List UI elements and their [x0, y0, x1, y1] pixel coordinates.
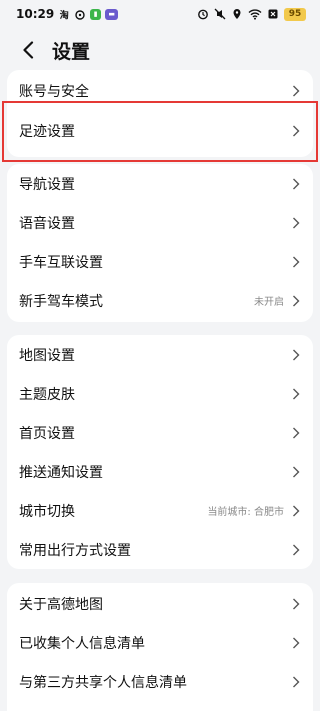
settings-item-label: 首页设置 [19, 425, 75, 442]
chevron-right-icon [292, 125, 300, 137]
settings-item-label: 手车互联设置 [19, 254, 103, 271]
chevron-right-icon [292, 466, 300, 478]
settings-item-label: 关于高德地图 [19, 596, 103, 613]
settings-item-label: 账号与安全 [19, 83, 89, 100]
settings-item-label: 与第三方共享个人信息清单 [19, 674, 187, 691]
settings-item-travel-mode[interactable]: 常用出行方式设置 [7, 530, 313, 569]
settings-item-about[interactable]: 关于高德地图 [7, 584, 313, 623]
settings-item-push-notifications[interactable]: 推送通知设置 [7, 452, 313, 491]
chevron-right-icon [292, 637, 300, 649]
settings-item-third-party-info[interactable]: 与第三方共享个人信息清单 [7, 662, 313, 701]
chevron-right-icon [292, 676, 300, 688]
settings-item-label: 推送通知设置 [19, 464, 103, 481]
settings-item-label: 语音设置 [19, 215, 75, 232]
taobao-icon: 淘 [59, 10, 69, 21]
settings-item-label: 城市切换 [19, 503, 75, 520]
settings-item-theme[interactable]: 主题皮肤 [7, 374, 313, 413]
settings-item-voice[interactable]: 语音设置 [7, 203, 313, 242]
settings-item-map[interactable]: 地图设置 [7, 335, 313, 374]
settings-group-about: 关于高德地图 已收集个人信息清单 与第三方共享个人信息清单 [7, 583, 313, 711]
settings-item-city-switch[interactable]: 城市切换 当前城市: 合肥市 [7, 491, 313, 530]
battery-indicator: 95 [284, 7, 306, 21]
chevron-right-icon [292, 217, 300, 229]
settings-group-account: 账号与安全 足迹设置 [7, 70, 313, 157]
chevron-right-icon [292, 598, 300, 610]
settings-item-label: 常用出行方式设置 [19, 542, 131, 559]
settings-group-map: 地图设置 主题皮肤 首页设置 推送通知设置 城市切换 当前城市: 合肥市 常用出… [7, 335, 313, 569]
status-bar: 10:29 淘 ▮ ▬ 95 [0, 0, 320, 28]
status-time: 10:29 [16, 7, 55, 21]
purple-app-icon: ▬ [105, 8, 119, 20]
location-icon [231, 8, 243, 20]
settings-item-label: 主题皮肤 [19, 386, 75, 403]
alarm-icon [197, 8, 209, 20]
settings-item-novice-mode[interactable]: 新手驾车模式 未开启 [7, 281, 313, 320]
chevron-right-icon [292, 505, 300, 517]
chevron-right-icon [292, 85, 300, 97]
settings-item-label: 已收集个人信息清单 [19, 635, 145, 652]
settings-item-account-security[interactable]: 账号与安全 [7, 71, 313, 110]
settings-item-label: 新手驾车模式 [19, 293, 103, 310]
settings-group-navigation: 导航设置 语音设置 手车互联设置 新手驾车模式 未开启 [7, 164, 313, 322]
settings-item-label: 足迹设置 [19, 123, 75, 140]
weibo-icon [74, 8, 86, 20]
back-button[interactable] [14, 36, 42, 64]
chevron-right-icon [292, 256, 300, 268]
settings-item-navigation[interactable]: 导航设置 [7, 164, 313, 203]
settings-item-value: 未开启 [254, 297, 284, 308]
chevron-right-icon [292, 388, 300, 400]
settings-item-label: 地图设置 [19, 347, 75, 364]
mute-icon [214, 8, 226, 20]
settings-item-value: 当前城市: 合肥市 [207, 507, 284, 518]
chevron-right-icon [292, 349, 300, 361]
page-title: 设置 [52, 40, 91, 63]
chevron-right-icon [292, 178, 300, 190]
sim-off-icon [267, 8, 279, 20]
back-arrow-icon [23, 41, 34, 59]
settings-item-car-link[interactable]: 手车互联设置 [7, 242, 313, 281]
green-app-icon: ▮ [90, 8, 102, 20]
chevron-right-icon [292, 295, 300, 307]
settings-item-homepage[interactable]: 首页设置 [7, 413, 313, 452]
chevron-right-icon [292, 427, 300, 439]
wifi-icon [248, 8, 262, 20]
settings-item-footprint[interactable]: 足迹设置 [7, 111, 313, 150]
settings-item-label: 导航设置 [19, 176, 75, 193]
settings-item-collected-info[interactable]: 已收集个人信息清单 [7, 623, 313, 662]
header: 设置 [0, 28, 320, 72]
chevron-right-icon [292, 544, 300, 556]
